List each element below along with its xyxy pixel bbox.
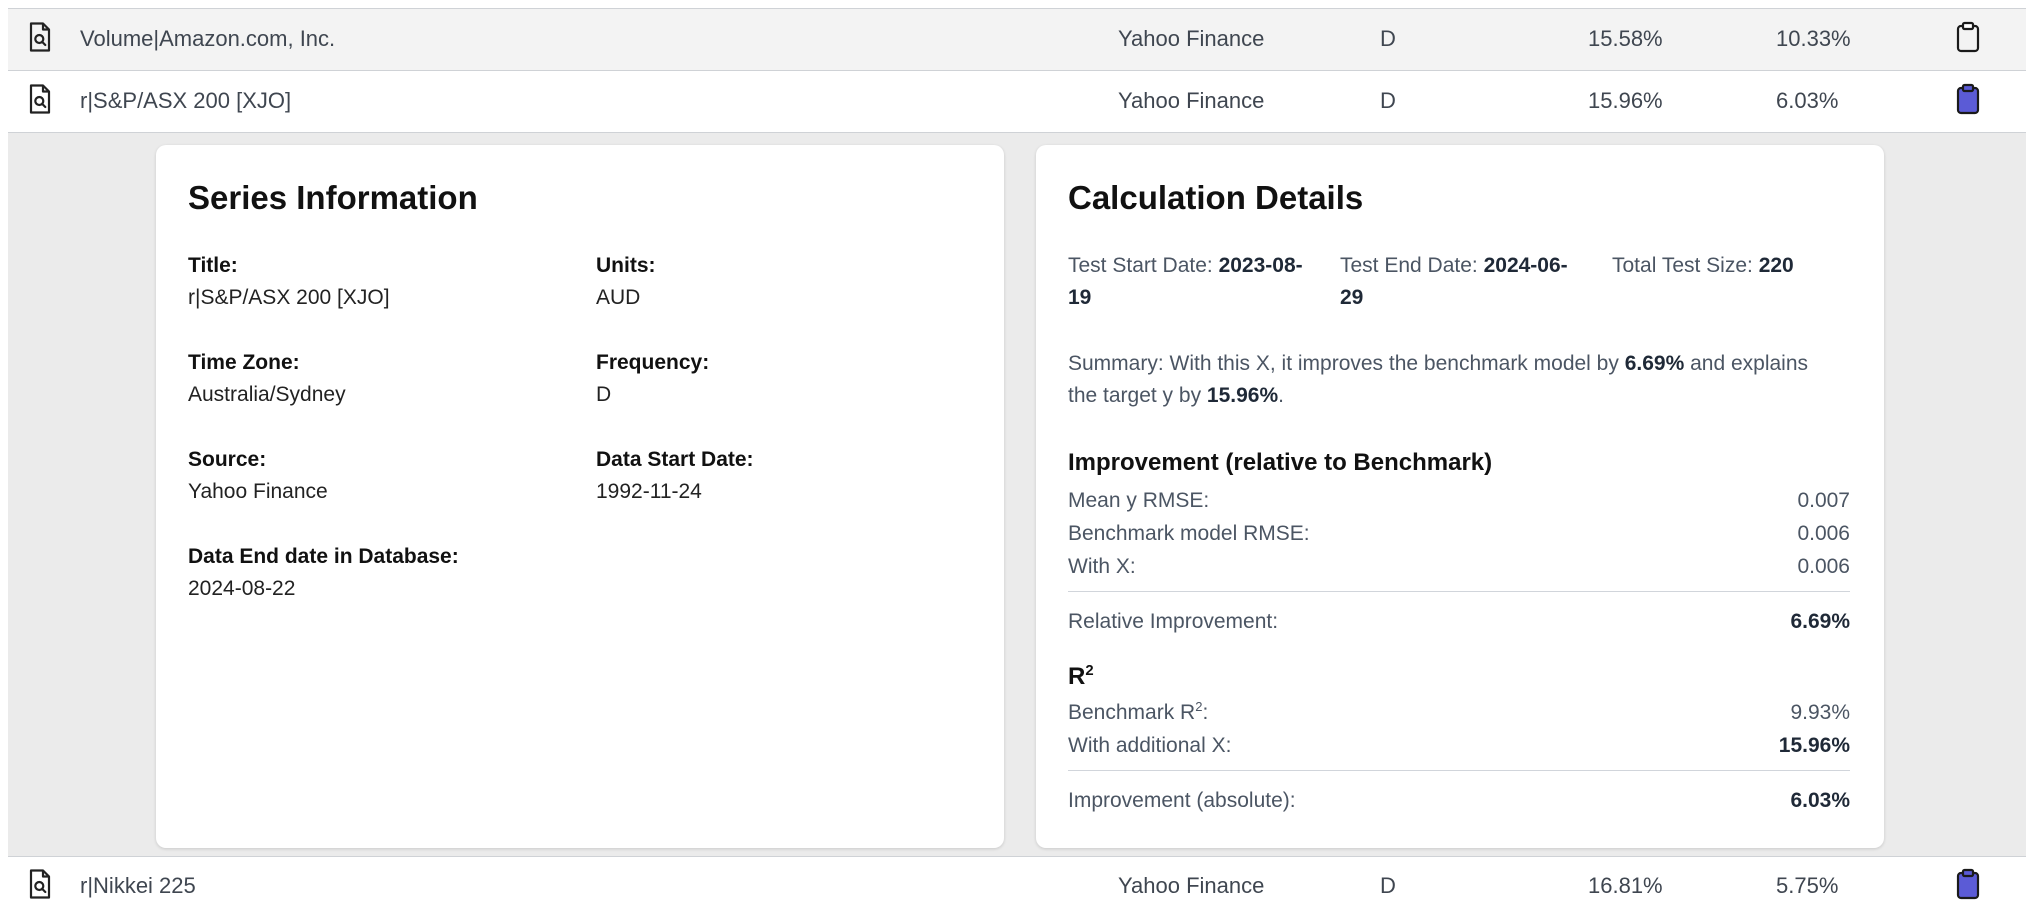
calculation-details-card: Calculation Details Test Start Date: 202… — [1036, 145, 1884, 848]
document-search-icon[interactable] — [28, 869, 52, 903]
data-start-field: Data Start Date: 1992-11-24 — [596, 444, 754, 508]
series-frequency: D — [1380, 26, 1396, 51]
data-end-field: Data End date in Database: 2024-08-22 — [188, 541, 459, 605]
calculation-details-heading: Calculation Details — [1068, 179, 1364, 216]
test-start-field: Test Start Date: 2023-08- 19 — [1068, 250, 1318, 314]
document-search-icon[interactable] — [28, 84, 52, 118]
title-value: r|S&P/ASX 200 [XJO] — [188, 286, 390, 309]
clipboard-filled-icon[interactable] — [1956, 83, 1980, 117]
document-search-icon[interactable] — [28, 22, 52, 56]
table-row[interactable]: r|S&P/ASX 200 [XJO] Yahoo Finance D 15.9… — [8, 70, 2026, 132]
benchmark-r2-value: 9.93% — [1790, 701, 1850, 724]
series-r2: 15.96% — [1588, 88, 1663, 113]
summary-part: the target y by — [1068, 384, 1202, 407]
data-start-value: 1992-11-24 — [596, 480, 702, 503]
summary-part: Summary: With this X, it improves the be… — [1068, 352, 1619, 375]
benchmark-rmse-row: Benchmark model RMSE: 0.006 — [1068, 518, 1850, 550]
series-improvement: 5.75% — [1776, 873, 1839, 898]
series-title: Volume|Amazon.com, Inc. — [80, 26, 336, 51]
test-end-field: Test End Date: 2024-06- 29 — [1340, 250, 1590, 314]
title-field: Title: r|S&P/ASX 200 [XJO] — [188, 250, 390, 314]
relative-improvement-label: Relative Improvement: — [1068, 610, 1279, 633]
test-size-label: Total Test Size: — [1612, 254, 1753, 277]
series-r2: 15.58% — [1588, 26, 1663, 51]
series-frequency: D — [1380, 88, 1396, 113]
series-title: r|Nikkei 225 — [80, 873, 196, 898]
benchmark-rmse-value: 0.006 — [1797, 522, 1850, 545]
improvement-heading: Improvement (relative to Benchmark) — [1068, 449, 1493, 476]
source-label: Source: — [188, 448, 267, 471]
series-source: Yahoo Finance — [1118, 26, 1265, 51]
test-start-value-cont: 19 — [1068, 286, 1092, 309]
series-title: r|S&P/ASX 200 [XJO] — [80, 88, 292, 113]
r-squared-heading-text: R — [1068, 663, 1086, 690]
absolute-improvement-label: Improvement (absolute): — [1068, 789, 1296, 812]
relative-improvement-row: Relative Improvement: 6.69% — [1068, 606, 1850, 638]
source-field: Source: Yahoo Finance — [188, 444, 328, 508]
series-information-card: Series Information Title: r|S&P/ASX 200 … — [156, 145, 1004, 848]
mean-rmse-row: Mean y RMSE: 0.007 — [1068, 485, 1850, 517]
units-field: Units: AUD — [596, 250, 656, 314]
divider — [1068, 770, 1850, 771]
timezone-label: Time Zone: — [188, 351, 300, 374]
summary-text: Summary: With this X, it improves the be… — [1068, 348, 1858, 412]
benchmark-r2-row: Benchmark R2: 9.93% — [1068, 697, 1850, 729]
series-r2: 16.81% — [1588, 873, 1663, 898]
table-row[interactable]: Volume|Amazon.com, Inc. Yahoo Finance D … — [8, 8, 2026, 70]
timezone-field: Time Zone: Australia/Sydney — [188, 347, 346, 411]
additional-x-row: With additional X: 15.96% — [1068, 730, 1850, 762]
clipboard-icon[interactable] — [1956, 21, 1980, 55]
test-end-label: Test End Date: — [1340, 254, 1478, 277]
units-value: AUD — [596, 286, 641, 309]
test-end-value-cont: 29 — [1340, 286, 1364, 309]
additional-x-label: With additional X: — [1068, 734, 1232, 757]
with-x-value: 0.006 — [1797, 555, 1850, 578]
summary-part: and explains — [1690, 352, 1809, 375]
series-improvement: 6.03% — [1776, 88, 1839, 113]
series-information-heading: Series Information — [188, 179, 478, 216]
test-start-value: 2023-08- — [1218, 254, 1303, 277]
series-source: Yahoo Finance — [1118, 88, 1265, 113]
series-frequency: D — [1380, 873, 1396, 898]
mean-rmse-value: 0.007 — [1797, 489, 1850, 512]
relative-improvement-value: 6.69% — [1790, 610, 1850, 633]
data-end-value: 2024-08-22 — [188, 577, 296, 600]
series-source: Yahoo Finance — [1118, 873, 1265, 898]
absolute-improvement-row: Improvement (absolute): 6.03% — [1068, 785, 1850, 817]
data-end-label: Data End date in Database: — [188, 545, 459, 568]
results-table: Volume|Amazon.com, Inc. Yahoo Finance D … — [8, 8, 2026, 909]
test-end-value: 2024-06- — [1483, 254, 1568, 277]
data-start-label: Data Start Date: — [596, 448, 754, 471]
with-x-rmse-row: With X: 0.006 — [1068, 551, 1850, 583]
row-details-panel: Series Information Title: r|S&P/ASX 200 … — [8, 132, 2026, 856]
r-squared-heading: R2 — [1068, 663, 1094, 691]
with-x-label: With X: — [1068, 555, 1136, 578]
frequency-label: Frequency: — [596, 351, 710, 374]
table-row[interactable]: r|Nikkei 225 Yahoo Finance D 16.81% 5.75… — [8, 856, 2026, 909]
divider — [1068, 591, 1850, 592]
frequency-field: Frequency: D — [596, 347, 709, 411]
mean-rmse-label: Mean y RMSE: — [1068, 489, 1210, 512]
test-size-field: Total Test Size: 220 — [1612, 250, 1872, 282]
test-start-label: Test Start Date: — [1068, 254, 1213, 277]
additional-x-value: 15.96% — [1778, 734, 1850, 757]
absolute-improvement-value: 6.03% — [1790, 789, 1850, 812]
clipboard-filled-icon[interactable] — [1956, 868, 1980, 902]
summary-improvement-value: 6.69% — [1624, 352, 1685, 375]
timezone-value: Australia/Sydney — [188, 383, 346, 406]
r-squared-superscript: 2 — [1085, 663, 1094, 679]
benchmark-rmse-label: Benchmark model RMSE: — [1068, 522, 1310, 545]
label-colon: : — [1202, 701, 1209, 724]
title-label: Title: — [188, 254, 238, 277]
benchmark-r2-label: Benchmark R2: — [1068, 697, 1208, 729]
summary-explained-value: 15.96% — [1206, 384, 1279, 407]
benchmark-r2-label-text: Benchmark R — [1068, 701, 1196, 724]
summary-period: . — [1278, 384, 1284, 407]
units-label: Units: — [596, 254, 656, 277]
source-value: Yahoo Finance — [188, 480, 328, 503]
test-size-value: 220 — [1758, 254, 1794, 277]
series-improvement: 10.33% — [1776, 26, 1851, 51]
frequency-value: D — [596, 383, 612, 406]
